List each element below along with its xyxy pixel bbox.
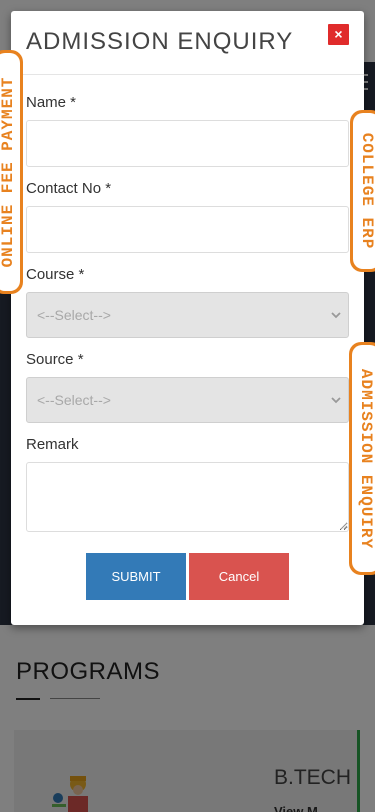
admission-enquiry-tab[interactable]: ADMISSION ENQUIRY [349, 342, 375, 575]
admission-enquiry-label: ADMISSION ENQUIRY [357, 368, 375, 549]
name-label: Name * [26, 94, 77, 111]
source-select[interactable]: <--Select--> [26, 377, 349, 423]
remark-label: Remark [26, 436, 79, 453]
course-select-value: <--Select--> [37, 307, 111, 323]
chevron-down-icon [331, 312, 341, 319]
course-label: Course * [26, 266, 85, 283]
college-erp-tab[interactable]: COLLEGE ERP [350, 110, 375, 272]
source-label: Source * [26, 351, 84, 368]
college-erp-label: COLLEGE ERP [357, 132, 375, 250]
admission-enquiry-modal: ADMISSION ENQUIRY × Name * Contact No * … [11, 11, 364, 625]
modal-title: ADMISSION ENQUIRY [26, 28, 294, 55]
cancel-button[interactable]: Cancel [189, 553, 289, 600]
course-select[interactable]: <--Select--> [26, 292, 349, 338]
close-icon[interactable]: × [328, 24, 349, 45]
resize-grip-icon[interactable] [340, 522, 348, 530]
online-fee-payment-label: ONLINE FEE PAYMENT [0, 76, 17, 268]
submit-button[interactable]: SUBMIT [86, 553, 186, 600]
online-fee-payment-tab[interactable]: ONLINE FEE PAYMENT [0, 50, 23, 294]
chevron-down-icon [331, 397, 341, 404]
remark-textarea[interactable] [26, 462, 349, 532]
name-input[interactable] [26, 120, 349, 167]
contact-input[interactable] [26, 206, 349, 253]
modal-header: ADMISSION ENQUIRY × [11, 11, 364, 75]
source-select-value: <--Select--> [37, 392, 111, 408]
contact-label: Contact No * [26, 180, 112, 197]
